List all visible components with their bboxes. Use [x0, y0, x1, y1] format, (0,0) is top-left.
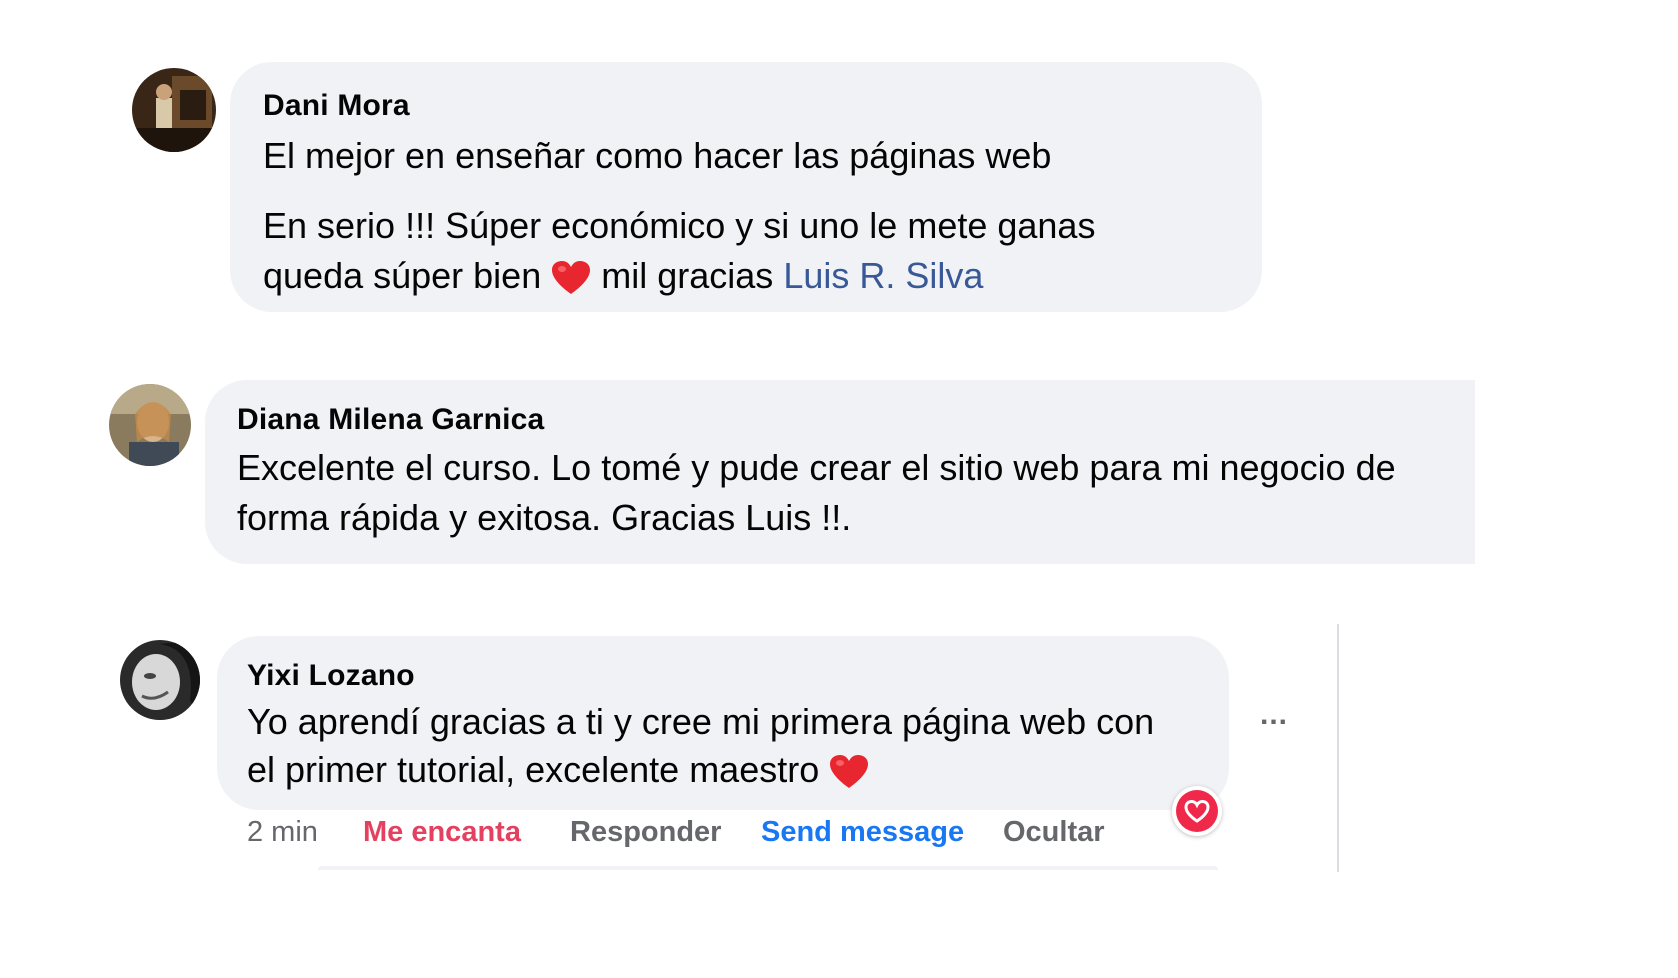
next-comment-bubble: [318, 866, 1218, 870]
reply-button[interactable]: Responder: [570, 816, 721, 849]
comment-text-fragment: queda súper bien: [263, 255, 542, 296]
avatar-yixi-lozano[interactable]: [120, 640, 200, 720]
avatar-image: [132, 68, 216, 152]
avatar-diana-milena-garnica[interactable]: [109, 384, 191, 466]
comment-text-fragment: el primer tutorial, excelente maestro: [247, 749, 820, 790]
heart-outline-icon: [1184, 799, 1210, 823]
thread-divider: [1337, 624, 1339, 872]
comment-author[interactable]: Yixi Lozano: [247, 658, 1229, 694]
avatar-dani-mora[interactable]: [132, 68, 216, 152]
comment-text-line: forma rápida y exitosa. Gracias Luis !!.: [237, 497, 852, 538]
heart-icon: [551, 258, 591, 294]
heart-icon: [829, 752, 869, 788]
love-reaction-fill: [1176, 790, 1218, 832]
comment-text-line: En serio !!! Súper económico y si uno le…: [263, 205, 1096, 246]
love-reaction-button[interactable]: Me encanta: [363, 816, 521, 849]
mention-link[interactable]: Luis R. Silva: [783, 255, 983, 296]
comment-actions: 2 min Me encanta Responder Send message …: [247, 816, 1147, 856]
comment-author[interactable]: Diana Milena Garnica: [237, 402, 1475, 438]
more-options-button[interactable]: ...: [1260, 698, 1288, 732]
love-reaction-icon[interactable]: [1172, 786, 1222, 836]
comment-text-fragment: mil gracias: [601, 255, 774, 296]
comment-text-line: queda súper bien mil gracias Luis R. Sil…: [263, 250, 1262, 302]
comment-text-line: Excelente el curso. Lo tomé y pude crear…: [237, 447, 1396, 488]
hide-button[interactable]: Ocultar: [1003, 816, 1105, 849]
comment-timestamp[interactable]: 2 min: [247, 816, 318, 849]
avatar-image: [120, 640, 200, 720]
comment-text-line: El mejor en enseñar como hacer las págin…: [263, 135, 1052, 176]
comment-text-line: el primer tutorial, excelente maestro: [247, 744, 1229, 796]
comment-bubble: Yixi Lozano Yo aprendí gracias a ti y cr…: [217, 636, 1229, 810]
comment-bubble: Dani Mora El mejor en enseñar como hacer…: [230, 62, 1262, 312]
send-message-button[interactable]: Send message: [761, 816, 964, 849]
comment-bubble: Diana Milena Garnica Excelente el curso.…: [205, 380, 1475, 564]
comment-text-line: Yo aprendí gracias a ti y cree mi primer…: [247, 701, 1155, 742]
comment-author[interactable]: Dani Mora: [263, 88, 1262, 124]
avatar-image: [109, 384, 191, 466]
